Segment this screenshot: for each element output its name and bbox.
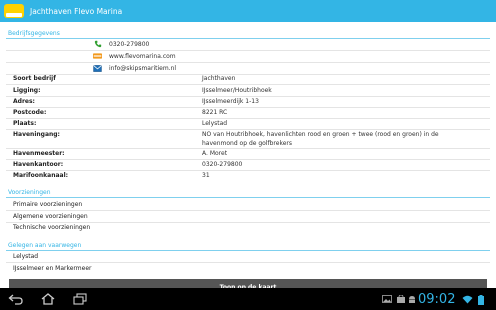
row-divider [6, 262, 490, 263]
row-divider [6, 84, 490, 85]
field-value-marifoonkanaal: 31 [202, 172, 210, 179]
field-label-adres: Adres: [13, 98, 35, 105]
section-header-bedrijfsgegevens: Bedrijfsgegevens [8, 30, 60, 37]
home-icon[interactable] [40, 293, 55, 305]
field-label-haveningang: Haveningang: [13, 131, 60, 138]
field-label-ligging: Ligging: [13, 87, 41, 94]
back-icon[interactable] [8, 293, 23, 305]
contact-row-email[interactable]: info@skipsmaritiem.nl [0, 62, 496, 74]
contact-website: www.flevomarina.com [109, 52, 176, 60]
field-label-plaats: Plaats: [13, 120, 37, 127]
battery-icon [478, 295, 486, 305]
section-header-vaarwegen: Gelegen aan vaarwegen [8, 242, 82, 249]
list-item-ijsselmeer-markermeer[interactable]: IJsselmeer en Markermeer [13, 265, 91, 272]
marina-logo-icon[interactable] [4, 4, 24, 18]
shopping-bag-icon [396, 294, 406, 303]
wifi-icon [462, 295, 473, 304]
field-label-havenmeester: Havenmeester: [13, 150, 65, 157]
status-clock: 09:02 [418, 292, 456, 307]
field-value-soort-bedrijf: Jachthaven [202, 75, 236, 82]
contact-row-www[interactable]: www.flevomarina.com [0, 50, 496, 62]
field-value-plaats: Lelystad [202, 120, 228, 127]
recent-apps-icon[interactable] [72, 293, 87, 305]
section-divider [6, 197, 490, 198]
field-value-havenmeester: A. Moret [202, 150, 228, 157]
contact-phone: 0320-279800 [109, 40, 150, 48]
contact-row-phone[interactable]: 0320-279800 [0, 38, 496, 50]
detail-content[interactable]: Bedrijfsgegevens 0320-279800 www.flevoma… [0, 22, 496, 288]
phone-icon [93, 40, 102, 48]
list-item-primaire-voorzieningen[interactable]: Primaire voorzieningen [13, 201, 82, 208]
section-divider [6, 250, 490, 251]
field-value-haveningang: NO van Houtribhoek, havenlichten rood en… [202, 131, 439, 147]
field-label-havenkantoor: Havenkantoor: [13, 161, 64, 168]
field-value-ligging: IJsselmeer/Houtribhoek [202, 87, 272, 94]
list-item-technische-voorzieningen[interactable]: Technische voorzieningen [13, 224, 90, 231]
list-item-algemene-voorzieningen[interactable]: Algemene voorzieningen [13, 213, 88, 220]
contact-email: info@skipsmaritiem.nl [109, 64, 177, 72]
list-item-lelystad[interactable]: Lelystad [13, 253, 38, 260]
android-icon [408, 295, 418, 303]
field-label-soort-bedrijf: Soort bedrijf [13, 75, 56, 82]
section-header-voorzieningen: Voorzieningen [8, 189, 51, 196]
field-label-marifoonkanaal: Marifoonkanaal: [13, 172, 69, 179]
email-icon [93, 64, 102, 72]
field-label-postcode: Postcode: [13, 109, 47, 116]
field-value-adres: IJsselmeerdijk 1-13 [202, 98, 259, 105]
system-navigation-bar: 09:02 [0, 288, 496, 310]
row-divider [6, 210, 490, 211]
app-title: Jachthaven Flevo Marina [30, 6, 123, 16]
row-divider [6, 222, 490, 223]
gallery-icon [382, 295, 392, 303]
action-bar: Jachthaven Flevo Marina [0, 0, 496, 22]
www-icon [93, 52, 102, 60]
field-value-postcode: 8221 RC [202, 109, 228, 116]
field-value-havenkantoor: 0320-279800 [202, 161, 243, 168]
